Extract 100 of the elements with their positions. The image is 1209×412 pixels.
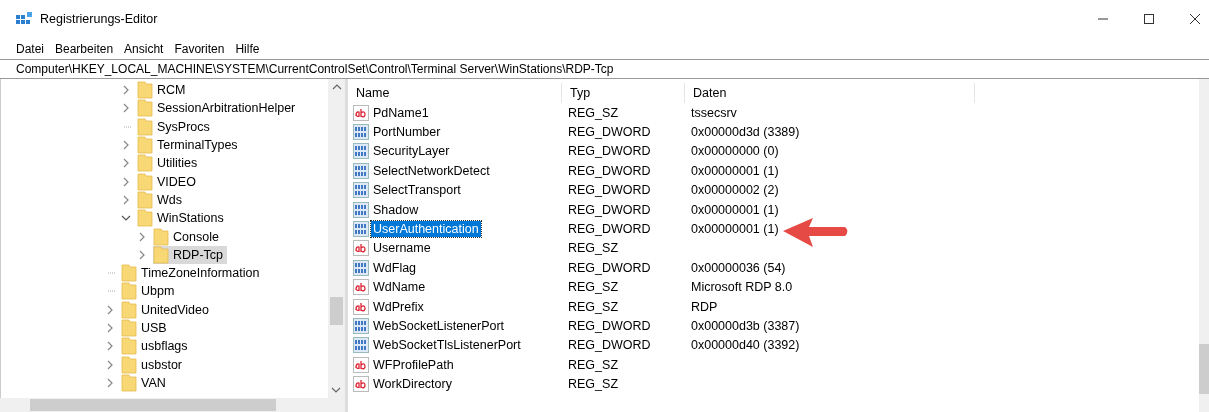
tree-item[interactable]: TerminalTypes bbox=[137, 136, 242, 155]
chevron-right-icon[interactable] bbox=[105, 323, 115, 333]
folder-icon bbox=[121, 282, 137, 301]
table-cell-text: REG_SZ bbox=[567, 280, 619, 295]
table-cell-text: REG_DWORD bbox=[567, 260, 652, 275]
value-name[interactable]: WFProfilePath bbox=[371, 356, 456, 373]
chevron-right-icon[interactable] bbox=[137, 231, 147, 242]
scroll-up-icon[interactable] bbox=[331, 83, 342, 91]
column-header[interactable]: Name bbox=[348, 83, 562, 103]
chevron-right-icon[interactable] bbox=[121, 158, 131, 169]
scroll-thumb[interactable] bbox=[30, 399, 276, 411]
chevron-right-icon[interactable] bbox=[105, 377, 115, 388]
tree-item[interactable]: UnitedVideo bbox=[121, 300, 213, 319]
table-cell-text: 0x00000002 (2) bbox=[690, 183, 779, 198]
menu-item[interactable]: Bearbeiten bbox=[55, 41, 114, 56]
table-cell-text: 0x00000d3b (3387) bbox=[690, 319, 800, 333]
table-cell-text: REG_DWORD bbox=[567, 125, 652, 140]
folder-icon bbox=[121, 300, 137, 319]
menu-item[interactable]: Favoriten bbox=[174, 41, 225, 56]
value-name[interactable]: PdName1 bbox=[371, 104, 431, 121]
menu-item[interactable]: Ansicht bbox=[124, 41, 164, 56]
chevron-right-icon[interactable] bbox=[121, 103, 131, 114]
table-cell-text: 0x00000001 (1) bbox=[690, 163, 779, 178]
vertical-scrollbar[interactable] bbox=[1199, 79, 1209, 412]
tree-item[interactable]: SessionArbitrationHelper bbox=[137, 99, 300, 118]
tree-item[interactable]: VIDEO bbox=[137, 172, 200, 191]
tree-item[interactable]: RCM bbox=[137, 81, 190, 100]
value-name[interactable]: WorkDirectory bbox=[371, 376, 454, 393]
table-cell-text: REG_SZ bbox=[567, 241, 619, 256]
value-name[interactable]: SelectNetworkDetect bbox=[371, 162, 492, 179]
value-name[interactable]: Username bbox=[371, 240, 433, 257]
menu-item[interactable]: Datei bbox=[16, 41, 44, 56]
table-cell-text: REG_DWORD bbox=[567, 163, 652, 178]
chevron-right-icon[interactable] bbox=[105, 304, 115, 315]
value-name[interactable]: UserAuthentication bbox=[371, 221, 481, 238]
vertical-scrollbar[interactable] bbox=[328, 79, 345, 398]
table-cell-text: REG_SZ bbox=[567, 377, 619, 392]
tree-item[interactable]: usbstor bbox=[121, 355, 186, 374]
scroll-down-icon[interactable] bbox=[331, 386, 341, 394]
folder-icon bbox=[153, 227, 169, 246]
table-cell-text: REG_DWORD bbox=[567, 202, 652, 217]
registry-icon bbox=[15, 11, 33, 27]
maximize-icon[interactable] bbox=[1143, 13, 1155, 25]
chevron-right-icon[interactable] bbox=[105, 341, 115, 352]
table-cell-text: REG_SZ bbox=[567, 299, 619, 314]
horizontal-scrollbar[interactable] bbox=[0, 398, 345, 412]
menu-item[interactable]: Hilfe bbox=[235, 41, 260, 56]
table-cell-text: RDP bbox=[690, 299, 718, 314]
folder-icon bbox=[121, 264, 137, 283]
table-cell-text: REG_SZ bbox=[567, 105, 619, 120]
value-name[interactable]: WdPrefix bbox=[371, 298, 426, 315]
table-cell-text: REG_DWORD bbox=[567, 338, 652, 353]
value-name[interactable]: PortNumber bbox=[371, 124, 443, 141]
address-field[interactable]: Computer\HKEY_LOCAL_MACHINE\SYSTEM\CurrentControlSet\Control\Terminal Server\WinStations\RDP-Tcp bbox=[0, 59, 1209, 79]
chevron-right-icon[interactable] bbox=[137, 249, 147, 260]
table-cell-text: 0x00000d3d (3389) bbox=[690, 125, 800, 140]
table-cell-text: REG_SZ bbox=[567, 357, 619, 372]
scroll-thumb[interactable] bbox=[1199, 344, 1209, 394]
tree-item[interactable]: Wds bbox=[137, 190, 186, 209]
tree-item[interactable]: Utilities bbox=[137, 154, 202, 173]
chevron-right-icon[interactable] bbox=[121, 140, 131, 151]
value-name[interactable]: WdFlag bbox=[371, 259, 419, 276]
folder-icon bbox=[121, 373, 137, 392]
folder-icon bbox=[137, 209, 153, 228]
close-icon[interactable] bbox=[1189, 13, 1201, 25]
folder-icon bbox=[121, 337, 137, 356]
value-name[interactable]: WdName bbox=[371, 279, 428, 296]
tree-item[interactable]: SysProcs bbox=[137, 117, 214, 136]
value-name[interactable]: Shadow bbox=[371, 201, 421, 218]
table-cell-text: REG_DWORD bbox=[567, 222, 652, 237]
folder-icon bbox=[137, 172, 153, 191]
folder-icon bbox=[137, 136, 153, 155]
scroll-thumb[interactable] bbox=[330, 297, 343, 325]
tree-item[interactable]: RDP-Tcp bbox=[153, 245, 227, 264]
table-cell-text: 0x00000036 (54) bbox=[690, 260, 786, 275]
table-cell-text: REG_DWORD bbox=[567, 183, 652, 198]
table-cell-text: 0x00000000 (0) bbox=[690, 144, 779, 159]
chevron-right-icon[interactable] bbox=[121, 85, 131, 96]
chevron-right-icon[interactable] bbox=[121, 176, 131, 187]
table-cell-text: REG_DWORD bbox=[567, 319, 652, 333]
chevron-right-icon[interactable] bbox=[105, 359, 115, 370]
tree-item[interactable]: VAN bbox=[121, 373, 170, 392]
value-name[interactable]: SecurityLayer bbox=[371, 143, 452, 160]
value-name[interactable]: WebSocketListenerPort bbox=[371, 318, 507, 334]
tree-item[interactable]: USB bbox=[121, 319, 171, 337]
column-header[interactable]: Typ bbox=[562, 83, 685, 103]
tree-item[interactable]: TimeZoneInformation bbox=[121, 264, 264, 283]
table-cell-text: 0x00000001 (1) bbox=[690, 202, 779, 217]
chevron-right-icon[interactable] bbox=[121, 194, 131, 205]
folder-icon bbox=[137, 81, 153, 100]
folder-icon bbox=[153, 245, 169, 264]
column-header[interactable]: Daten bbox=[685, 83, 975, 103]
table-cell-text: REG_DWORD bbox=[567, 144, 652, 159]
tree-item[interactable]: usbflags bbox=[121, 337, 192, 356]
window-title: Registrierungs-Editor bbox=[40, 12, 158, 26]
tree-item[interactable]: WinStations bbox=[137, 209, 228, 228]
value-name[interactable]: SelectTransport bbox=[371, 182, 463, 199]
tree-item[interactable]: Ubpm bbox=[121, 282, 179, 301]
value-name[interactable]: WebSocketTlsListenerPort bbox=[371, 337, 523, 354]
tree-item[interactable]: Console bbox=[153, 227, 223, 246]
